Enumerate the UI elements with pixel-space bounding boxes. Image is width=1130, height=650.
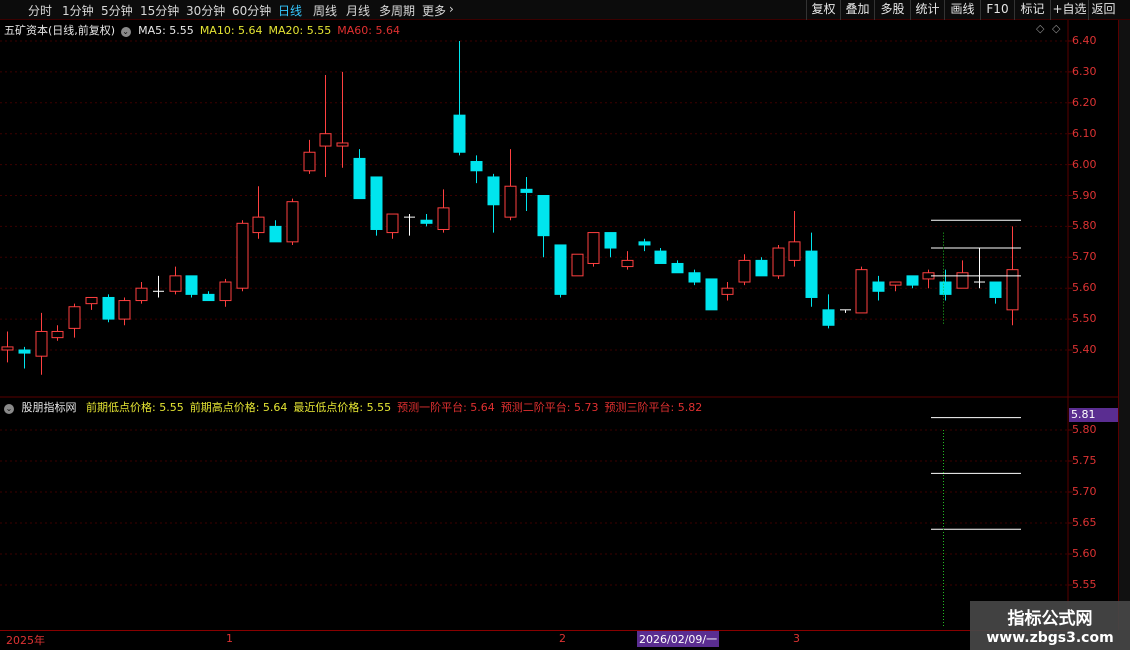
candle-body <box>638 241 651 246</box>
candle-body <box>269 225 282 243</box>
price-tick-label: 5.80 <box>1072 219 1097 233</box>
candle-body <box>202 293 215 302</box>
candle-body <box>135 287 148 302</box>
candle-body <box>219 281 232 302</box>
indicator-last-value: 5.81 <box>1069 408 1118 422</box>
candle-body <box>989 281 1002 298</box>
candle-body <box>604 232 617 249</box>
candle-body <box>688 272 701 283</box>
candle-body <box>303 151 316 172</box>
price-tick-label: 6.10 <box>1072 126 1097 140</box>
candle-body <box>236 222 249 289</box>
price-tick-label: 6.30 <box>1072 64 1097 78</box>
candle-body <box>554 244 567 295</box>
candle-body <box>1 346 14 351</box>
candle-body <box>437 207 450 230</box>
price-tick-label: 6.00 <box>1072 157 1097 171</box>
kline-chart[interactable] <box>0 0 1118 630</box>
candle-body <box>872 281 885 292</box>
cursor-date: 2026/02/09/一 <box>637 631 720 647</box>
candle-body <box>102 296 115 320</box>
watermark-url: www.zbgs3.com <box>986 630 1114 646</box>
candle-body <box>721 287 734 295</box>
candle-body <box>252 216 265 234</box>
candle-body <box>370 176 383 230</box>
candle-body <box>587 232 600 264</box>
candle-body <box>487 176 500 206</box>
indicator-tick-label: 5.60 <box>1072 547 1097 560</box>
candle-body <box>956 272 969 289</box>
candle-body <box>118 300 131 320</box>
candle-body <box>504 185 517 218</box>
candle-body <box>805 250 818 298</box>
candle-body <box>537 195 550 237</box>
candle-body <box>470 161 483 172</box>
date-tick: 1 <box>226 632 233 645</box>
price-tick-label: 5.60 <box>1072 281 1097 295</box>
indicator-tick-label: 5.75 <box>1072 454 1097 467</box>
candle-body <box>571 253 584 277</box>
date-tick: 3 <box>793 632 800 645</box>
indicator-tick-label: 5.70 <box>1072 485 1097 498</box>
right-sidebar-strip[interactable] <box>1118 20 1130 630</box>
date-tick: 2025年 <box>6 634 45 647</box>
price-tick-label: 5.70 <box>1072 250 1097 264</box>
candle-body <box>671 262 684 274</box>
date-axis: 2025年 1 2 2026/02/09/一 3 <box>0 630 1068 647</box>
candle-body <box>169 275 182 292</box>
candle-body <box>772 247 785 277</box>
candle-body <box>85 296 98 305</box>
candle-body <box>788 241 801 261</box>
candle-body <box>939 281 952 295</box>
candle-body <box>319 133 332 147</box>
price-tick-label: 5.50 <box>1072 312 1097 326</box>
candle-body <box>18 349 31 354</box>
candle-body <box>453 114 466 153</box>
indicator-tick-label: 5.55 <box>1072 578 1097 591</box>
candle-body <box>386 213 399 234</box>
candle-body <box>855 269 868 314</box>
indicator-tick-label: 5.80 <box>1072 423 1097 436</box>
candle-body <box>68 306 81 329</box>
site-watermark: 指标公式网 www.zbgs3.com <box>970 601 1130 650</box>
indicator-tick-label: 5.65 <box>1072 516 1097 529</box>
candle-body <box>822 309 835 326</box>
candle-body <box>336 142 349 147</box>
watermark-title: 指标公式网 <box>1007 609 1093 629</box>
price-tick-label: 6.20 <box>1072 95 1097 109</box>
candle-body <box>35 330 48 357</box>
candle-body <box>520 188 533 193</box>
candle-body <box>705 278 718 311</box>
candle-body <box>353 157 366 200</box>
candle-body <box>654 250 667 264</box>
candle-body <box>889 281 902 286</box>
price-tick-label: 6.40 <box>1072 34 1097 47</box>
date-tick: 2 <box>559 632 566 645</box>
candle-body <box>185 275 198 295</box>
candle-body <box>755 259 768 277</box>
candle-body <box>738 259 751 283</box>
price-tick-label: 5.40 <box>1072 343 1097 356</box>
candle-body <box>420 219 433 224</box>
candle-body <box>906 275 919 286</box>
candle-body <box>51 330 64 339</box>
price-tick-label: 5.90 <box>1072 188 1097 202</box>
candle-body <box>621 259 634 268</box>
candle-body <box>286 201 299 243</box>
